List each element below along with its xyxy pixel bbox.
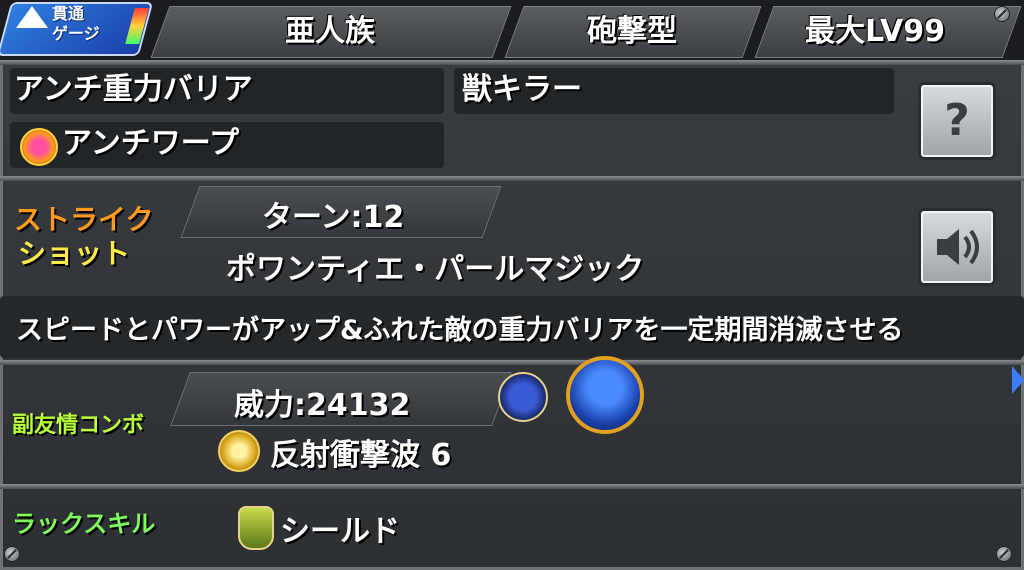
strike-shot-label-1: ストライク bbox=[14, 203, 154, 236]
next-page-arrow-icon[interactable] bbox=[1012, 366, 1024, 394]
sub-combo-label: 副友情コンボ bbox=[12, 413, 145, 438]
screw-icon bbox=[994, 6, 1010, 22]
screw-icon bbox=[4, 546, 20, 562]
shield-icon bbox=[238, 506, 274, 550]
strike-shot-description: スピードとパワーがアップ&ふれた敵の重力バリアを一定期間消滅させる bbox=[16, 315, 904, 346]
speaker-icon bbox=[937, 229, 979, 265]
race-text: 亜人族 bbox=[285, 14, 375, 49]
ability-help-button[interactable]: ? bbox=[918, 82, 996, 160]
battle-type-text: 砲撃型 bbox=[587, 14, 677, 49]
strike-shot-name: ポワンティエ・パールマジック bbox=[226, 252, 645, 287]
sub-combo-name: 反射衝撃波 6 bbox=[270, 438, 452, 473]
divider bbox=[0, 360, 1024, 365]
shockwave-icon bbox=[218, 430, 260, 472]
divider bbox=[0, 176, 1024, 181]
question-icon: ? bbox=[944, 95, 970, 146]
penetration-arrow-icon bbox=[16, 6, 48, 28]
ability-beast-killer: 獣キラー bbox=[462, 72, 582, 107]
screw-icon bbox=[996, 546, 1012, 562]
ability-anti-gravity: アンチ重力バリア bbox=[14, 72, 253, 107]
gauge-ability-icon bbox=[20, 128, 58, 166]
shield-emblem-icon bbox=[498, 372, 548, 422]
divider bbox=[0, 60, 1024, 65]
sub-combo-power: 威力:24132 bbox=[234, 388, 411, 423]
badge-line-2: ゲージ bbox=[52, 24, 100, 43]
badge-label: 貫通 ゲージ bbox=[52, 4, 100, 44]
luck-skill-label: ラックスキル bbox=[12, 510, 156, 538]
ability-anti-warp: アンチワープ bbox=[62, 126, 239, 161]
strike-shot-turns: ターン:12 bbox=[262, 200, 405, 235]
gauge-orb-icon bbox=[566, 356, 644, 434]
voice-play-button[interactable] bbox=[918, 208, 996, 286]
badge-line-1: 貫通 bbox=[52, 4, 85, 23]
luck-skill-name: シールド bbox=[280, 514, 400, 549]
max-level-text: 最大LV99 bbox=[805, 14, 945, 49]
divider bbox=[0, 484, 1024, 489]
strike-shot-label-2: ショット bbox=[18, 237, 131, 270]
